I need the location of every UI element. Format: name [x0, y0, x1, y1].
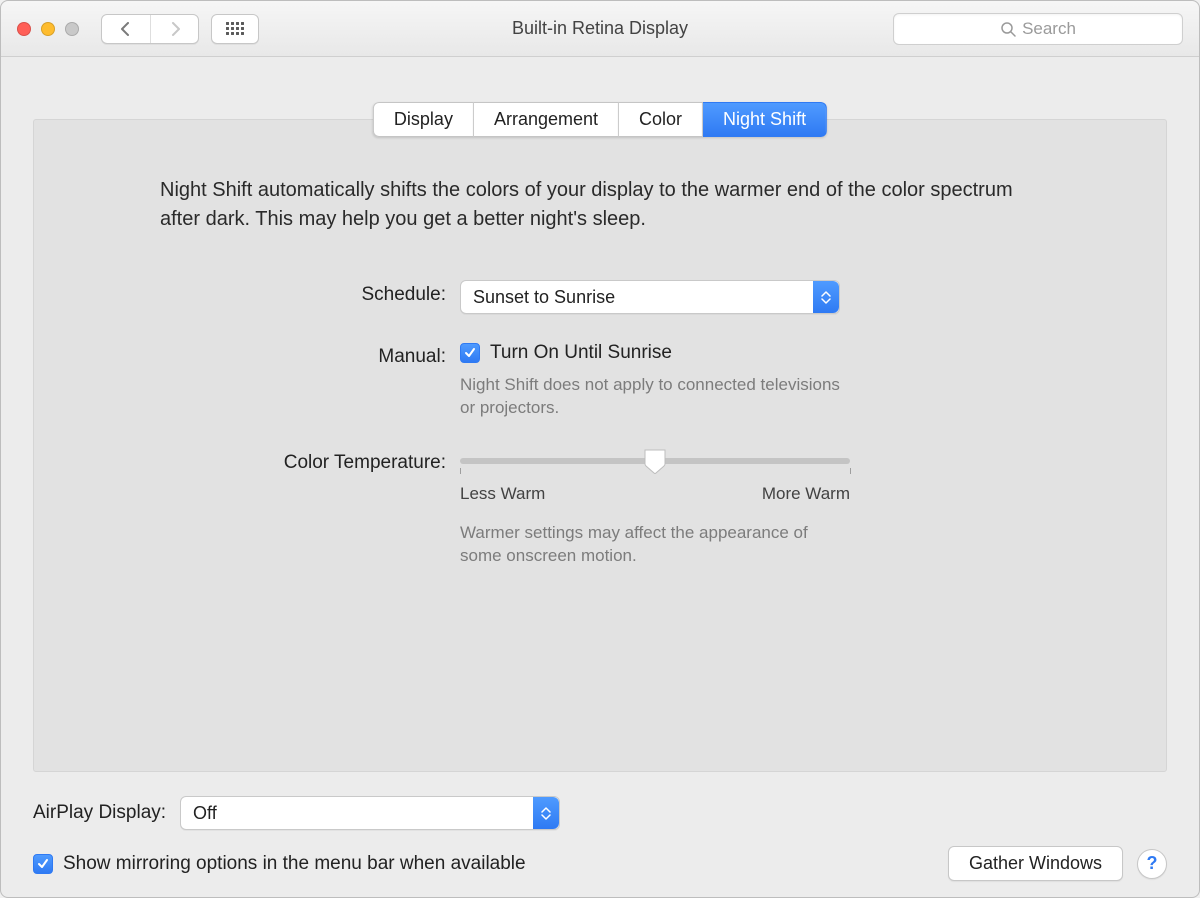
- titlebar: Built-in Retina Display Search: [1, 1, 1199, 57]
- night-shift-description: Night Shift automatically shifts the col…: [160, 176, 1040, 234]
- color-temp-label: Color Temperature:: [160, 448, 460, 474]
- mirroring-label: Show mirroring options in the menu bar w…: [63, 853, 526, 875]
- mirroring-checkbox[interactable]: [33, 854, 53, 874]
- tab-arrangement[interactable]: Arrangement: [474, 102, 619, 137]
- nav-back-forward: [101, 14, 199, 44]
- window-zoom-button[interactable]: [65, 22, 79, 36]
- traffic-lights: [17, 22, 79, 36]
- tab-color[interactable]: Color: [619, 102, 703, 137]
- slider-max-label: More Warm: [762, 484, 850, 504]
- search-placeholder: Search: [1022, 19, 1076, 39]
- color-temp-slider[interactable]: [460, 458, 850, 464]
- gather-windows-button[interactable]: Gather Windows: [948, 846, 1123, 881]
- schedule-label: Schedule:: [160, 280, 460, 306]
- preferences-window: Built-in Retina Display Search Display A…: [0, 0, 1200, 898]
- color-temp-note: Warmer settings may affect the appearanc…: [460, 522, 840, 568]
- manual-label: Manual:: [160, 342, 460, 368]
- window-minimize-button[interactable]: [41, 22, 55, 36]
- tab-panel: Display Arrangement Color Night Shift Ni…: [33, 119, 1167, 772]
- airplay-value: Off: [193, 803, 217, 824]
- question-icon: ?: [1147, 853, 1158, 874]
- slider-min-label: Less Warm: [460, 484, 545, 504]
- chevron-right-icon: [169, 22, 181, 36]
- window-close-button[interactable]: [17, 22, 31, 36]
- popup-stepper-icon: [813, 281, 839, 313]
- search-icon: [1000, 21, 1016, 37]
- popup-stepper-icon: [533, 797, 559, 829]
- schedule-value: Sunset to Sunrise: [473, 287, 615, 308]
- checkmark-icon: [37, 858, 49, 870]
- airplay-label: AirPlay Display:: [33, 802, 166, 824]
- forward-button[interactable]: [150, 15, 198, 43]
- manual-option-label: Turn On Until Sunrise: [490, 342, 672, 364]
- chevron-left-icon: [120, 22, 132, 36]
- search-input[interactable]: Search: [893, 13, 1183, 45]
- show-all-button[interactable]: [211, 14, 259, 44]
- schedule-popup[interactable]: Sunset to Sunrise: [460, 280, 840, 314]
- tab-display[interactable]: Display: [373, 102, 474, 137]
- checkmark-icon: [464, 347, 476, 359]
- tabs: Display Arrangement Color Night Shift: [373, 102, 827, 137]
- back-button[interactable]: [102, 15, 150, 43]
- manual-checkbox[interactable]: [460, 343, 480, 363]
- window-body: Display Arrangement Color Night Shift Ni…: [1, 57, 1199, 897]
- airplay-popup[interactable]: Off: [180, 796, 560, 830]
- help-button[interactable]: ?: [1137, 849, 1167, 879]
- grid-icon: [226, 22, 244, 35]
- tab-night-shift[interactable]: Night Shift: [703, 102, 827, 137]
- manual-note: Night Shift does not apply to connected …: [460, 374, 840, 420]
